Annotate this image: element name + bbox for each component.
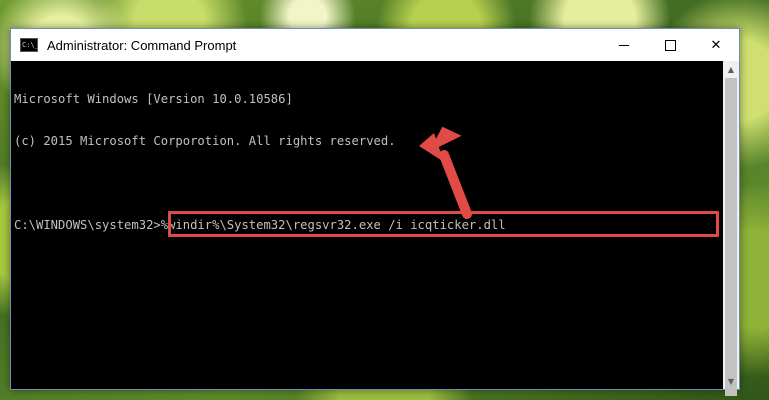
red-arrow-icon <box>419 126 472 219</box>
